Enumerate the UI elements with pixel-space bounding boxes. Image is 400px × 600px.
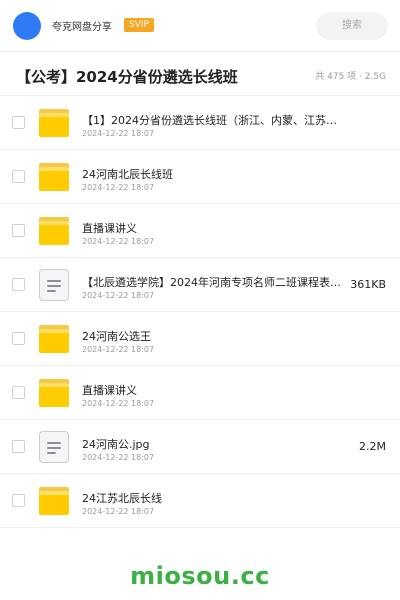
file-date: 2024-12-22 18:07 <box>82 399 155 408</box>
folder-icon <box>38 107 70 139</box>
list-item[interactable]: 24河南北辰长线班 2024-12-22 18:07 <box>0 150 400 204</box>
share-meta: 共 475 项 · 2.5G <box>315 72 386 82</box>
file-name[interactable]: 【北辰遴选学院】2024年河南专项名师二班课程表(… <box>82 274 344 290</box>
select-checkbox[interactable] <box>12 224 25 237</box>
svip-badge: SVIP <box>124 18 154 32</box>
file-date: 2024-12-22 18:07 <box>82 291 155 300</box>
top-header: 夸克网盘分享 SVIP 搜索 <box>0 0 400 52</box>
page-title: 【公考】2024分省份遴选长线班 <box>16 68 238 86</box>
select-checkbox[interactable] <box>12 170 25 183</box>
list-item[interactable]: 直播课讲义 2024-12-22 18:07 <box>0 366 400 420</box>
select-checkbox[interactable] <box>12 278 25 291</box>
folder-icon <box>38 323 70 355</box>
file-size: 2.2M <box>359 440 386 453</box>
select-checkbox[interactable] <box>12 332 25 345</box>
file-date: 2024-12-22 18:07 <box>82 507 155 516</box>
file-name[interactable]: 直播课讲义 <box>82 220 344 236</box>
file-name[interactable]: 24河南公.jpg <box>82 436 344 452</box>
list-item[interactable]: 【1】2024分省份遴选长线班（浙江、内蒙、江苏、… 2024-12-22 18… <box>0 96 400 150</box>
list-item[interactable]: 直播课讲义 2024-12-22 18:07 <box>0 204 400 258</box>
folder-icon <box>38 215 70 247</box>
search-input[interactable]: 搜索 <box>316 12 388 40</box>
file-date: 2024-12-22 18:07 <box>82 453 155 462</box>
user-name: 夸克网盘分享 <box>52 22 112 33</box>
watermark-text: miosou.cc <box>130 562 270 590</box>
file-list: 【1】2024分省份遴选长线班（浙江、内蒙、江苏、… 2024-12-22 18… <box>0 96 400 528</box>
list-item[interactable]: 24河南公.jpg 2024-12-22 18:07 2.2M <box>0 420 400 474</box>
file-size: 361KB <box>350 278 386 291</box>
folder-icon <box>38 161 70 193</box>
share-title-bar: 【公考】2024分省份遴选长线班 共 475 项 · 2.5G <box>0 52 400 96</box>
file-name[interactable]: 【1】2024分省份遴选长线班（浙江、内蒙、江苏、… <box>82 112 344 128</box>
file-name[interactable]: 直播课讲义 <box>82 382 344 398</box>
share-page: 夸克网盘分享 SVIP 搜索 【公考】2024分省份遴选长线班 共 475 项 … <box>0 0 400 600</box>
file-date: 2024-12-22 18:07 <box>82 237 155 246</box>
file-date: 2024-12-22 18:07 <box>82 183 155 192</box>
folder-icon <box>38 485 70 517</box>
list-item[interactable]: 24江苏北辰长线 2024-12-22 18:07 <box>0 474 400 528</box>
list-item[interactable]: 【北辰遴选学院】2024年河南专项名师二班课程表(… 2024-12-22 18… <box>0 258 400 312</box>
file-date: 2024-12-22 18:07 <box>82 129 155 138</box>
list-item[interactable]: 24河南公选王 2024-12-22 18:07 <box>0 312 400 366</box>
document-icon <box>38 431 70 463</box>
document-icon <box>38 269 70 301</box>
file-name[interactable]: 24河南北辰长线班 <box>82 166 344 182</box>
select-checkbox[interactable] <box>12 494 25 507</box>
file-name[interactable]: 24江苏北辰长线 <box>82 490 344 506</box>
select-checkbox[interactable] <box>12 386 25 399</box>
select-checkbox[interactable] <box>12 440 25 453</box>
folder-icon <box>38 377 70 409</box>
file-name[interactable]: 24河南公选王 <box>82 328 344 344</box>
select-checkbox[interactable] <box>12 116 25 129</box>
avatar[interactable] <box>13 12 41 40</box>
file-date: 2024-12-22 18:07 <box>82 345 155 354</box>
